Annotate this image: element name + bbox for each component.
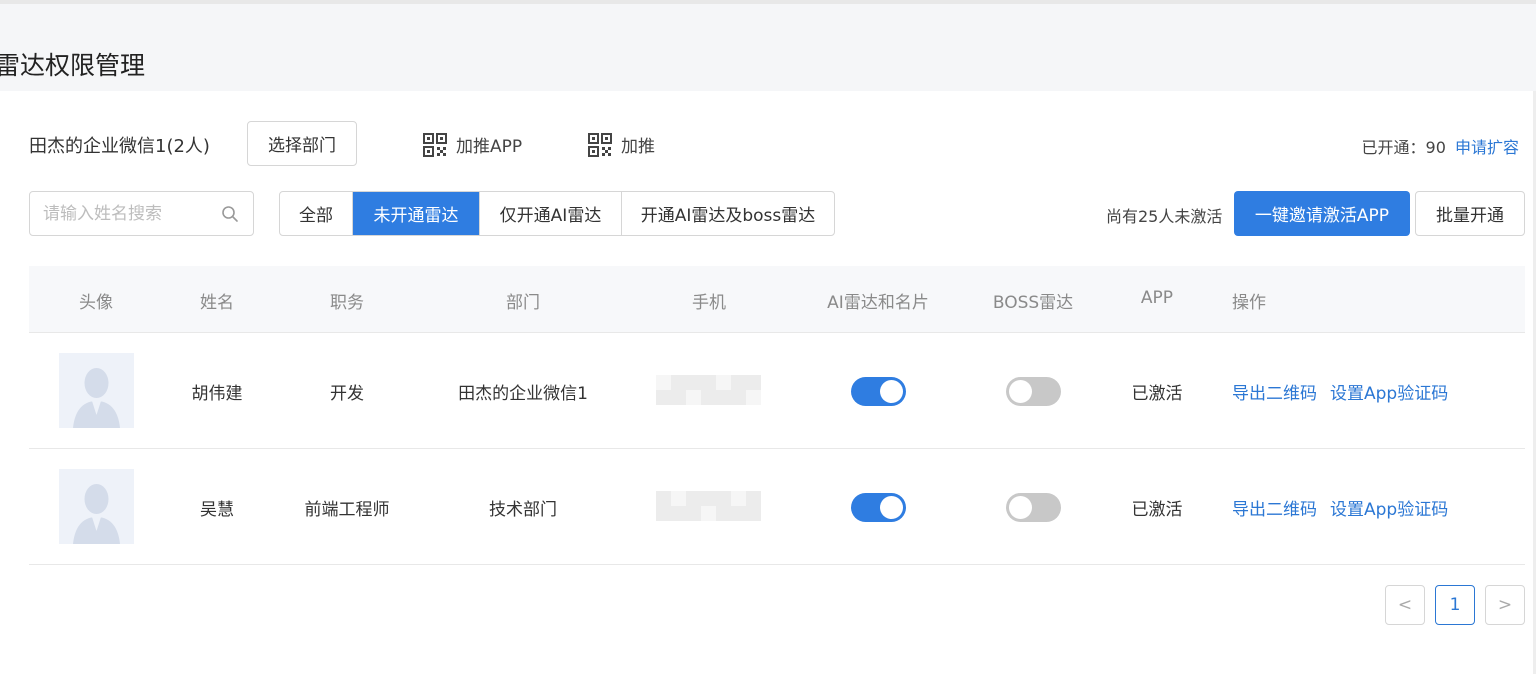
phone-masked: [656, 491, 761, 521]
header-actions: 操作: [1232, 293, 1266, 313]
page-1-button[interactable]: 1: [1435, 585, 1475, 625]
quota-info: 已开通：90 申请扩容: [1362, 134, 1519, 158]
member-table: 头像 姓名 职务 部门 手机 AI雷达和名片 BOSS雷达 APP 操作 胡伟建…: [29, 266, 1525, 565]
user-avatar-icon: [73, 484, 120, 544]
tab-all[interactable]: 全部: [280, 192, 353, 235]
export-qr-link[interactable]: 导出二维码: [1232, 379, 1317, 404]
filter-bar: 全部 未开通雷达 仅开通AI雷达 开通AI雷达及boss雷达 尚有25人未激活 …: [0, 191, 1536, 237]
push-link[interactable]: 加推: [588, 132, 655, 157]
select-department-button[interactable]: 选择部门: [247, 121, 357, 166]
table-row: 胡伟建 开发 田杰的企业微信1 已激活 导出二维码 设置App验证码: [29, 333, 1525, 449]
ai-radar-toggle[interactable]: [851, 493, 906, 522]
tab-ai-and-boss-radar[interactable]: 开通AI雷达及boss雷达: [622, 192, 834, 235]
set-app-code-link[interactable]: 设置App验证码: [1330, 379, 1448, 404]
cell-name: 胡伟建: [191, 384, 243, 404]
tab-ai-radar-only[interactable]: 仅开通AI雷达: [480, 192, 622, 235]
set-app-code-link[interactable]: 设置App验证码: [1330, 495, 1448, 520]
tab-not-opened[interactable]: 未开通雷达: [353, 192, 480, 235]
cell-dept: 技术部门: [489, 500, 557, 520]
boss-radar-toggle[interactable]: [1006, 493, 1061, 522]
qr-code-icon: [423, 132, 447, 157]
avatar: [59, 469, 134, 544]
user-avatar-icon: [73, 368, 120, 428]
cell-app-status: 已激活: [1131, 384, 1183, 404]
page-title: 雷达权限管理: [0, 51, 146, 80]
table-header: 头像 姓名 职务 部门 手机 AI雷达和名片 BOSS雷达 APP 操作: [29, 266, 1525, 333]
header-ai-radar: AI雷达和名片: [827, 293, 929, 313]
cell-title: 开发: [330, 384, 364, 404]
header-title: 职务: [330, 293, 364, 313]
push-label: 加推: [621, 137, 655, 157]
ai-radar-toggle[interactable]: [851, 377, 906, 406]
cell-name: 吴慧: [200, 500, 234, 520]
batch-open-button[interactable]: 批量开通: [1415, 191, 1525, 236]
cell-app-status: 已激活: [1131, 500, 1183, 520]
push-app-label: 加推APP: [456, 137, 523, 157]
org-name: 田杰的企业微信1(2人): [29, 136, 210, 157]
inactive-note: 尚有25人未激活: [1106, 207, 1223, 226]
header-avatar: 头像: [79, 293, 113, 313]
table-row: 吴慧 前端工程师 技术部门 已激活 导出二维码 设置App验证码: [29, 449, 1525, 565]
header-app: APP: [1140, 288, 1174, 308]
cell-dept: 田杰的企业微信1: [458, 384, 588, 404]
header-boss-radar: BOSS雷达: [992, 293, 1074, 313]
search-input[interactable]: [43, 202, 213, 226]
invite-activate-button[interactable]: 一键邀请激活APP: [1234, 191, 1410, 236]
header-dept: 部门: [506, 293, 540, 313]
radar-status-tabs: 全部 未开通雷达 仅开通AI雷达 开通AI雷达及boss雷达: [279, 191, 835, 236]
next-page-button[interactable]: >: [1485, 585, 1525, 625]
page-header: 雷达权限管理: [0, 0, 1536, 91]
export-qr-link[interactable]: 导出二维码: [1232, 495, 1317, 520]
phone-masked: [656, 375, 761, 405]
header-name: 姓名: [200, 293, 234, 313]
boss-radar-toggle[interactable]: [1006, 377, 1061, 406]
push-app-link[interactable]: 加推APP: [423, 132, 522, 157]
quota-text: 已开通：90: [1361, 138, 1446, 157]
search-box: [29, 191, 254, 236]
avatar: [59, 353, 134, 428]
prev-page-button[interactable]: <: [1385, 585, 1425, 625]
header-phone: 手机: [692, 293, 726, 313]
toolbar: 田杰的企业微信1(2人) 选择部门 加推APP 加推 已开通：90 申请扩容: [0, 120, 1536, 168]
search-icon[interactable]: [221, 205, 239, 223]
qr-code-icon: [588, 132, 612, 157]
apply-expand-link[interactable]: 申请扩容: [1455, 138, 1519, 157]
cell-title: 前端工程师: [304, 500, 390, 520]
